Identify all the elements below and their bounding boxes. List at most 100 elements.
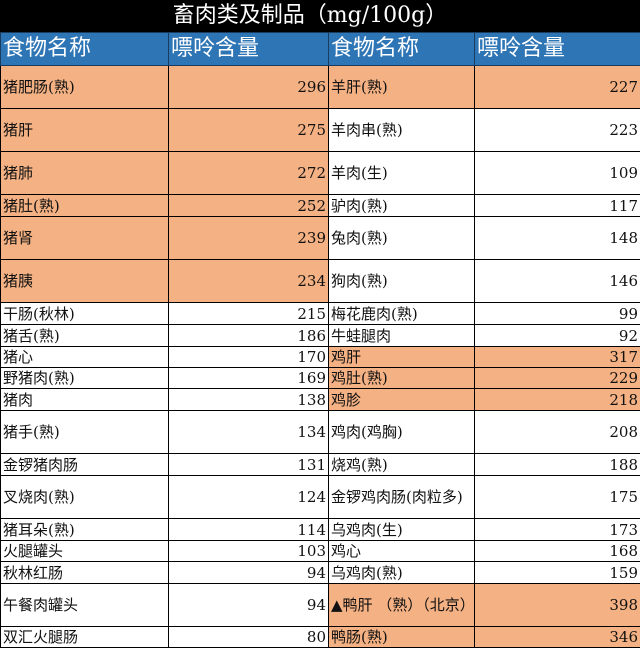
table-row: 猪舌(熟)186牛蛙腿肉92 (1, 325, 640, 347)
purine-value: 117 (475, 195, 640, 217)
purine-value: 188 (475, 454, 640, 476)
purine-value: 148 (475, 217, 640, 260)
header-row: 食物名称 嘌呤含量 食物名称 嘌呤含量 (1, 33, 640, 66)
food-name: 鸡肉(鸡胸) (329, 411, 475, 454)
purine-value: 186 (169, 325, 329, 347)
food-name: 鸡胗 (329, 389, 475, 411)
food-name: 双汇火腿肠 (1, 627, 169, 648)
purine-value: 146 (475, 260, 640, 303)
table-row: 秋林红肠94乌鸡肉(熟)159 (1, 562, 640, 584)
purine-value: 103 (169, 541, 329, 562)
purine-value: 168 (475, 541, 640, 562)
food-name: 猪肚(熟) (1, 195, 169, 217)
food-name: 猪肥肠(熟) (1, 66, 169, 109)
purine-value: 138 (169, 389, 329, 411)
header-food-name: 食物名称 (1, 33, 169, 66)
food-name: 乌鸡肉(生) (329, 519, 475, 541)
table-row: 猪肝275羊肉串(熟)223 (1, 109, 640, 152)
purine-value: 94 (169, 584, 329, 627)
purine-value: 234 (169, 260, 329, 303)
purine-value: 175 (475, 476, 640, 519)
purine-value: 80 (169, 627, 329, 648)
food-name: 秋林红肠 (1, 562, 169, 584)
purine-value: 92 (475, 325, 640, 347)
table-row: 野猪肉(熟)169鸡肚(熟)229 (1, 368, 640, 389)
table-title: 畜肉类及制品（mg/100g） (0, 0, 640, 32)
table-row: 猪手(熟)134鸡肉(鸡胸)208 (1, 411, 640, 454)
food-name: 鸡心 (329, 541, 475, 562)
food-name: 猪肝 (1, 109, 169, 152)
food-name: 驴肉(熟) (329, 195, 475, 217)
purine-value: 124 (169, 476, 329, 519)
purine-value: 239 (169, 217, 329, 260)
table-row: 猪耳朵(熟)114乌鸡肉(生)173 (1, 519, 640, 541)
food-name: 鸡肚(熟) (329, 368, 475, 389)
food-name: 金锣猪肉肠 (1, 454, 169, 476)
food-name: 野猪肉(熟) (1, 368, 169, 389)
food-name: 猪肾 (1, 217, 169, 260)
table-row: 猪肥肠(熟)296羊肝(熟)227 (1, 66, 640, 109)
purine-value: 94 (169, 562, 329, 584)
food-name: 火腿罐头 (1, 541, 169, 562)
header-purine: 嘌呤含量 (169, 33, 329, 66)
purine-value: 170 (169, 347, 329, 368)
purine-value: 223 (475, 109, 640, 152)
purine-value: 215 (169, 303, 329, 325)
purine-table: 食物名称 嘌呤含量 食物名称 嘌呤含量 猪肥肠(熟)296羊肝(熟)227猪肝2… (0, 32, 640, 648)
table-row: 干肠(秋林)215梅花鹿肉(熟)99 (1, 303, 640, 325)
food-name: 金锣鸡肉肠(肉粒多) (329, 476, 475, 519)
purine-value: 208 (475, 411, 640, 454)
food-name: 猪舌(熟) (1, 325, 169, 347)
purine-value: 275 (169, 109, 329, 152)
table-row: 火腿罐头103鸡心168 (1, 541, 640, 562)
purine-value: 229 (475, 368, 640, 389)
table-row: 午餐肉罐头94▲鸭肝 （熟）（北京）398 (1, 584, 640, 627)
food-name: 烧鸡(熟) (329, 454, 475, 476)
table-row: 猪肉138鸡胗218 (1, 389, 640, 411)
purine-value: 131 (169, 454, 329, 476)
table-row: 金锣猪肉肠131烧鸡(熟)188 (1, 454, 640, 476)
food-name: 猪肉 (1, 389, 169, 411)
food-name: 兔肉(熟) (329, 217, 475, 260)
purine-value: 109 (475, 152, 640, 195)
table-row: 猪心170鸡肝317 (1, 347, 640, 368)
purine-value: 173 (475, 519, 640, 541)
purine-value: 398 (475, 584, 640, 627)
table-row: 猪肾239兔肉(熟)148 (1, 217, 640, 260)
food-name: 鸡肝 (329, 347, 475, 368)
purine-value: 296 (169, 66, 329, 109)
purine-value: 114 (169, 519, 329, 541)
purine-value: 272 (169, 152, 329, 195)
food-name: 鸭肠(熟) (329, 627, 475, 648)
table-row: 猪肺272羊肉(生)109 (1, 152, 640, 195)
purine-value: 252 (169, 195, 329, 217)
purine-value: 218 (475, 389, 640, 411)
header-purine: 嘌呤含量 (475, 33, 640, 66)
food-name: 梅花鹿肉(熟) (329, 303, 475, 325)
food-name: 干肠(秋林) (1, 303, 169, 325)
food-name: 猪心 (1, 347, 169, 368)
table-row: 叉烧肉(熟)124金锣鸡肉肠(肉粒多)175 (1, 476, 640, 519)
food-name: 猪肺 (1, 152, 169, 195)
food-name: 叉烧肉(熟) (1, 476, 169, 519)
purine-value: 346 (475, 627, 640, 648)
food-name: 牛蛙腿肉 (329, 325, 475, 347)
purine-value: 134 (169, 411, 329, 454)
table-row: 猪胰234狗肉(熟)146 (1, 260, 640, 303)
food-name: 羊肝(熟) (329, 66, 475, 109)
food-name: 猪耳朵(熟) (1, 519, 169, 541)
table-row: 双汇火腿肠80鸭肠(熟)346 (1, 627, 640, 648)
purine-value: 227 (475, 66, 640, 109)
food-name: 午餐肉罐头 (1, 584, 169, 627)
purine-value: 159 (475, 562, 640, 584)
food-name: 羊肉(生) (329, 152, 475, 195)
food-name: 猪胰 (1, 260, 169, 303)
food-name: 羊肉串(熟) (329, 109, 475, 152)
food-name: 乌鸡肉(熟) (329, 562, 475, 584)
purine-value: 169 (169, 368, 329, 389)
purine-value: 317 (475, 347, 640, 368)
table-row: 猪肚(熟)252驴肉(熟)117 (1, 195, 640, 217)
food-name: 狗肉(熟) (329, 260, 475, 303)
header-food-name: 食物名称 (329, 33, 475, 66)
food-name: ▲鸭肝 （熟）（北京） (329, 584, 475, 627)
